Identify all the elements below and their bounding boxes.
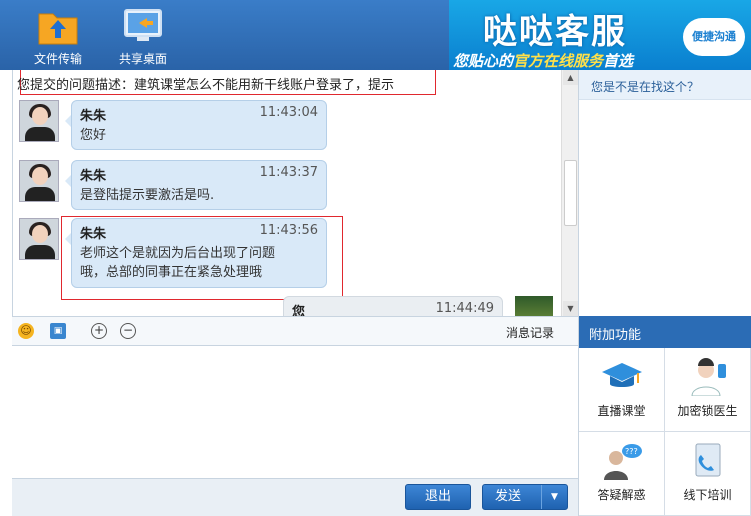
folder-upload-icon — [36, 6, 80, 46]
extra-grid: 直播课堂 加密锁医生 ??? 答疑解惑 线下培训 — [579, 348, 751, 516]
slogan-part-b: 官方在线服务 — [513, 52, 604, 70]
message-text: 是登陆提示要激活是吗. — [80, 188, 215, 203]
slogan-part-a: 您贴心的 — [453, 52, 514, 70]
qa-label: 答疑解惑 — [597, 488, 646, 502]
chat-window: 文件传输 共享桌面 哒哒客服 您贴心的官方在线服务首选 便捷沟通 您提交的问题描 — [0, 0, 751, 516]
top-toolbar: 文件传输 共享桌面 哒哒客服 您贴心的官方在线服务首选 便捷沟通 — [0, 0, 751, 70]
extra-title: 附加功能 — [579, 316, 751, 348]
monitor-icon — [121, 6, 165, 46]
lock-doctor-button[interactable]: 加密锁医生 — [665, 348, 751, 432]
message-line: 哦，总部的同事正在紧急处理哦 — [80, 265, 263, 280]
zoom-out-icon[interactable]: − — [120, 323, 136, 339]
qa-button[interactable]: ??? 答疑解惑 — [579, 432, 665, 516]
chevron-down-icon[interactable]: ▼ — [541, 485, 567, 509]
file-transfer-button[interactable]: 文件传输 — [23, 6, 93, 67]
send-label: 发送 — [495, 489, 522, 504]
scroll-down-icon[interactable]: ▼ — [563, 301, 578, 316]
screenshot-icon[interactable]: ▣ — [50, 323, 66, 339]
problem-description: 您提交的问题描述：建筑课堂怎么不能用新干线账户登录了，提示 — [17, 78, 395, 93]
message-bubble: 朱朱 11:43:37 是登陆提示要激活是吗. — [65, 160, 327, 210]
send-button[interactable]: 发送 ▼ — [482, 484, 568, 510]
message-time: 11:43:37 — [259, 165, 318, 180]
slogan-part-c: 首选 — [603, 52, 634, 70]
message-text: 您好 — [80, 128, 107, 143]
share-desktop-label: 共享桌面 — [118, 52, 167, 66]
lock-doctor-label: 加密锁医生 — [677, 404, 738, 418]
input-footer: 退出 发送 ▼ — [12, 478, 578, 516]
suggest-panel: 您是不是在找这个？ — [578, 70, 751, 316]
zoom-in-icon[interactable]: + — [91, 323, 107, 339]
message-bubble: 您 11:44:49 — [283, 296, 503, 316]
live-class-button[interactable]: 直播课堂 — [579, 348, 665, 432]
message-text: 老师这个是就因为后台出现了问题 哦，总部的同事正在紧急处理哦 — [80, 244, 318, 282]
input-toolbar: ☺ ▣ + − 消息记录 — [12, 316, 578, 346]
emoji-icon[interactable]: ☺ — [18, 323, 34, 339]
avatar — [19, 160, 59, 202]
live-class-label: 直播课堂 — [597, 404, 646, 418]
exit-button[interactable]: 退出 — [405, 484, 471, 510]
phone-book-icon — [686, 442, 730, 480]
avatar — [515, 296, 553, 316]
chat-history: 您提交的问题描述：建筑课堂怎么不能用新干线账户登录了，提示 朱朱 11:43:0… — [12, 70, 578, 316]
extra-functions-panel: 附加功能 直播课堂 加密锁医生 ??? 答疑解惑 线下培训 — [578, 316, 751, 516]
svg-text:???: ??? — [625, 447, 638, 456]
cloud-badge: 便捷沟通 — [683, 18, 745, 56]
message-time: 11:43:56 — [259, 223, 318, 238]
avatar — [19, 218, 59, 260]
message-history-link[interactable]: 消息记录 — [506, 324, 554, 341]
banner-title: 哒哒客服 — [483, 12, 627, 52]
offline-training-button[interactable]: 线下培训 — [665, 432, 751, 516]
message-line: 老师这个是就因为后台出现了问题 — [80, 246, 276, 261]
offline-training-label: 线下培训 — [683, 488, 732, 502]
graduation-cap-icon — [600, 358, 644, 396]
chat-scrollbar[interactable]: ▲ ▼ — [561, 70, 578, 316]
message-bubble: 朱朱 11:43:04 您好 — [65, 100, 327, 150]
avatar — [19, 100, 59, 142]
suggest-title: 您是不是在找这个？ — [579, 70, 751, 100]
scroll-up-icon[interactable]: ▲ — [563, 70, 578, 85]
message-input[interactable] — [12, 346, 578, 478]
scroll-thumb[interactable] — [564, 160, 577, 226]
share-desktop-button[interactable]: 共享桌面 — [108, 6, 178, 67]
question-person-icon: ??? — [600, 442, 644, 480]
banner-slogan: 您贴心的官方在线服务首选 — [453, 50, 633, 70]
brand-banner: 哒哒客服 您贴心的官方在线服务首选 便捷沟通 — [449, 0, 751, 70]
message-time: 11:44:49 — [435, 301, 494, 316]
message-time: 11:43:04 — [259, 105, 318, 120]
doctor-icon — [686, 358, 730, 397]
file-transfer-label: 文件传输 — [33, 52, 82, 66]
message-bubble: 朱朱 11:43:56 老师这个是就因为后台出现了问题 哦，总部的同事正在紧急处… — [65, 218, 327, 288]
